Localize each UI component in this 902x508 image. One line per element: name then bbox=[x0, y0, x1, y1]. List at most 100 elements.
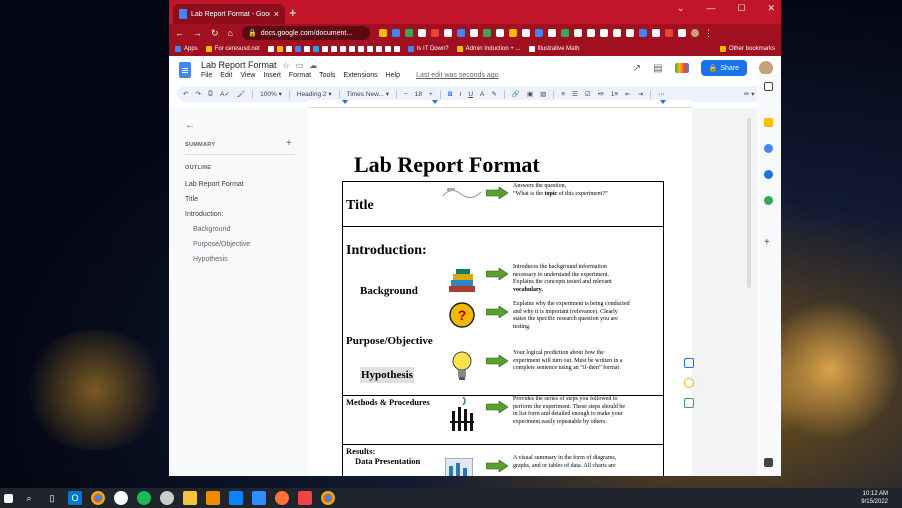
spotify-icon[interactable] bbox=[137, 491, 151, 505]
bulleted-list-icon[interactable]: •≡ bbox=[598, 91, 604, 98]
outlook-icon[interactable]: O bbox=[68, 491, 82, 505]
chevron-down-icon[interactable]: ⌄ bbox=[677, 3, 685, 14]
activity-icon[interactable]: ↗ bbox=[633, 63, 641, 74]
comment-icon[interactable]: ▣ bbox=[527, 90, 533, 98]
checklist-icon[interactable]: ☑ bbox=[585, 90, 591, 98]
menu-insert[interactable]: Insert bbox=[263, 72, 281, 79]
bookmark-icons[interactable] bbox=[267, 46, 400, 52]
outline-item-title[interactable]: Title bbox=[185, 196, 198, 203]
line-spacing-icon[interactable]: ☰ bbox=[572, 90, 578, 98]
contacts-icon[interactable] bbox=[764, 170, 773, 179]
outline-item-background[interactable]: Background bbox=[193, 226, 230, 233]
avatar[interactable] bbox=[759, 61, 773, 75]
extension-icon[interactable] bbox=[456, 29, 465, 37]
increase-font-size-icon[interactable]: + bbox=[429, 91, 433, 98]
move-folder-icon[interactable]: ▭ bbox=[296, 61, 304, 70]
comments-icon[interactable]: ▤ bbox=[653, 63, 662, 74]
extension-icon[interactable] bbox=[404, 29, 413, 37]
app-icon[interactable] bbox=[298, 491, 312, 505]
extension-icon[interactable] bbox=[547, 29, 556, 37]
tab-stop-marker[interactable] bbox=[432, 100, 438, 104]
extension-icon[interactable] bbox=[651, 29, 660, 37]
extension-icon[interactable] bbox=[612, 29, 621, 37]
close-window-icon[interactable]: ✕ bbox=[767, 3, 775, 14]
outline-item-lab-report-format[interactable]: Lab Report Format bbox=[185, 181, 244, 188]
bookmark-illustrative-math[interactable]: Illustrative Math bbox=[528, 46, 580, 52]
system-clock[interactable]: 10:12 AM 9/15/2022 bbox=[861, 490, 888, 506]
extension-icon[interactable] bbox=[482, 29, 491, 37]
bold-icon[interactable]: B bbox=[448, 91, 453, 98]
vertical-scrollbar[interactable] bbox=[747, 118, 751, 288]
address-bar[interactable]: 🔒 docs.google.com/document... bbox=[241, 26, 370, 40]
decrease-indent-icon[interactable]: ⇤ bbox=[625, 90, 630, 98]
outline-item-introduction[interactable]: Introduction: bbox=[185, 211, 224, 218]
maximize-icon[interactable]: ☐ bbox=[737, 3, 745, 14]
add-summary-icon[interactable]: + bbox=[286, 138, 292, 149]
extension-icon[interactable] bbox=[534, 29, 543, 37]
font-select[interactable]: Times New... ▾ bbox=[347, 90, 389, 98]
extension-icon[interactable] bbox=[560, 29, 569, 37]
profile-avatar[interactable] bbox=[690, 29, 699, 37]
extension-icon[interactable] bbox=[521, 29, 530, 37]
outline-item-purpose[interactable]: Purpose/Objective bbox=[193, 241, 250, 248]
extension-icon[interactable] bbox=[677, 29, 686, 37]
italic-icon[interactable]: I bbox=[460, 91, 462, 98]
paint-format-icon[interactable]: 🖌 bbox=[237, 90, 245, 98]
browser-tab[interactable]: Lab Report Format - Google Doc × bbox=[173, 4, 285, 24]
page-count-icon[interactable] bbox=[764, 82, 773, 91]
align-icon[interactable]: ≡ bbox=[561, 91, 565, 98]
bookmark-apps[interactable]: Apps bbox=[175, 46, 198, 52]
menu-icon[interactable]: ⋮ bbox=[704, 28, 713, 39]
last-edit-link[interactable]: Last edit was seconds ago bbox=[416, 72, 499, 79]
document-heading[interactable]: Lab Report Format bbox=[354, 152, 540, 178]
add-addon-icon[interactable]: + bbox=[764, 238, 773, 248]
extension-icon[interactable] bbox=[469, 29, 478, 37]
extension-icon[interactable] bbox=[625, 29, 634, 37]
document-canvas[interactable]: Lab Report Format Title Answers the ques… bbox=[308, 108, 781, 476]
highlight-icon[interactable]: ✎ bbox=[491, 90, 496, 98]
numbered-list-icon[interactable]: 1≡ bbox=[611, 91, 618, 98]
app-icon[interactable] bbox=[114, 491, 128, 505]
menu-extensions[interactable]: Extensions bbox=[343, 72, 377, 79]
more-icon[interactable]: ⋯ bbox=[658, 90, 665, 98]
windows-start-icon[interactable] bbox=[4, 493, 13, 503]
minimize-icon[interactable]: — bbox=[706, 3, 715, 14]
extension-icon[interactable] bbox=[573, 29, 582, 37]
extension-icon[interactable] bbox=[430, 29, 439, 37]
tasks-icon[interactable] bbox=[764, 144, 773, 153]
maps-icon[interactable] bbox=[764, 196, 773, 205]
explore-icon[interactable] bbox=[764, 458, 773, 467]
extension-icon[interactable] bbox=[638, 29, 647, 37]
right-indent-marker[interactable] bbox=[660, 100, 666, 104]
style-select[interactable]: Heading 2 ▾ bbox=[297, 90, 332, 98]
font-size-input[interactable]: 18 bbox=[415, 91, 422, 98]
menu-file[interactable]: File bbox=[201, 72, 212, 79]
lab-report-table[interactable]: Title Answers the question, “What is the… bbox=[342, 181, 664, 476]
spellcheck-icon[interactable]: A✓ bbox=[220, 90, 230, 98]
outline-item-hypothesis[interactable]: Hypothesis bbox=[193, 256, 228, 263]
image-icon[interactable]: ▨ bbox=[540, 90, 546, 98]
bookmark-ceresusd[interactable]: For ceresusd.net bbox=[205, 46, 260, 52]
close-tab-icon[interactable]: × bbox=[274, 9, 279, 19]
app-icon[interactable] bbox=[229, 491, 243, 505]
zoom-icon[interactable] bbox=[252, 491, 266, 505]
share-button[interactable]: 🔒 Share bbox=[700, 60, 747, 76]
extension-icon[interactable] bbox=[599, 29, 608, 37]
print-icon[interactable]: ⎙ bbox=[208, 90, 213, 98]
bookmark-is-it-down[interactable]: Is IT Down? bbox=[407, 46, 449, 52]
forward-icon[interactable]: → bbox=[193, 28, 202, 38]
link-icon[interactable]: 🔗 bbox=[512, 90, 520, 98]
vlc-icon[interactable] bbox=[206, 491, 220, 505]
left-indent-marker[interactable] bbox=[342, 100, 348, 104]
document-page[interactable]: Lab Report Format Title Answers the ques… bbox=[308, 108, 692, 476]
extension-icon[interactable] bbox=[495, 29, 504, 37]
menu-format[interactable]: Format bbox=[289, 72, 311, 79]
undo-icon[interactable]: ↶ bbox=[183, 90, 188, 98]
docs-logo-icon[interactable] bbox=[179, 62, 191, 78]
text-color-icon[interactable]: A bbox=[480, 91, 484, 98]
editing-mode-icon[interactable]: ✏ ▾ bbox=[744, 90, 755, 98]
extension-icon[interactable] bbox=[417, 29, 426, 37]
meet-icon[interactable] bbox=[674, 63, 689, 73]
redo-icon[interactable]: ↷ bbox=[195, 90, 200, 98]
bookmark-admin-induction[interactable]: Admin Induction + ... bbox=[456, 46, 521, 52]
